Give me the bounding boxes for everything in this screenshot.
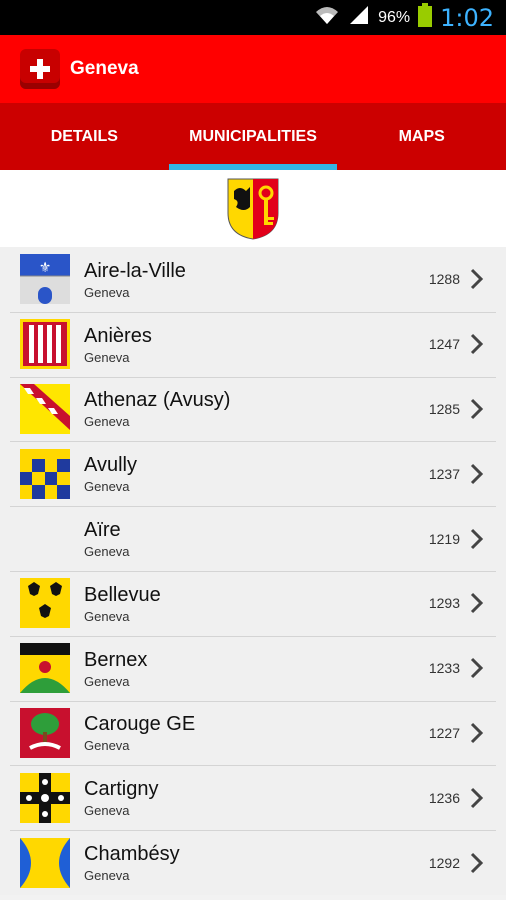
carouge-flag: [20, 707, 70, 758]
list-item[interactable]: Bernex Geneva 1233: [0, 635, 506, 701]
tab-maps[interactable]: MAPS: [337, 103, 506, 170]
tab-details[interactable]: DETAILS: [0, 103, 169, 170]
municipality-name: Bellevue: [84, 583, 161, 606]
chambesy-flag: [20, 837, 70, 888]
municipality-number: 1293: [428, 595, 460, 612]
cartigny-flag: [20, 772, 70, 823]
municipality-number: 1285: [428, 400, 460, 417]
municipality-number: 1247: [428, 336, 460, 353]
aire-la-ville-flag: ⚜: [20, 254, 70, 305]
municipality-canton: Geneva: [84, 349, 130, 365]
municipality-name: Anières: [84, 324, 152, 347]
municipality-number: 1288: [428, 271, 460, 288]
chevron-right-icon: [468, 590, 486, 616]
tab-municipalities[interactable]: MUNICIPALITIES: [168, 103, 338, 170]
municipality-name: Athenaz (Avusy): [84, 389, 231, 412]
bernex-flag: [20, 643, 70, 694]
municipality-name: Chambésy: [84, 843, 180, 866]
avully-flag: [20, 448, 70, 499]
chevron-right-icon: [468, 526, 486, 552]
list-item[interactable]: Cartigny Geneva 1236: [0, 765, 506, 830]
chevron-right-icon: [468, 785, 486, 811]
chevron-right-icon: [468, 720, 486, 746]
signal-icon: [348, 4, 370, 31]
list-item[interactable]: Aïre Geneva 1219: [0, 506, 506, 571]
chevron-right-icon: [468, 331, 486, 357]
list-item[interactable]: Avully Geneva 1237: [0, 441, 506, 506]
bellevue-flag: [20, 578, 70, 629]
municipality-number: 1233: [428, 660, 460, 677]
wifi-icon: [314, 4, 340, 31]
municipality-name: Cartigny: [84, 778, 159, 801]
municipality-number: 1227: [428, 724, 460, 741]
battery-icon: [418, 3, 433, 32]
canton-crest-band: [0, 170, 506, 247]
battery-percent: 96%: [378, 8, 411, 26]
municipality-number: 1236: [428, 789, 460, 806]
chevron-right-icon: [468, 461, 486, 487]
list-item[interactable]: ⚜ Aire-la-Ville Geneva 1288: [0, 247, 506, 312]
chevron-right-icon: [468, 396, 486, 422]
municipality-name: Carouge GE: [84, 713, 196, 736]
municipality-number: 1292: [428, 854, 460, 871]
municipality-name: Avully: [84, 454, 137, 477]
tab-bar: DETAILS MUNICIPALITIES MAPS: [0, 103, 506, 170]
municipality-canton: Geneva: [84, 868, 130, 884]
list-item[interactable]: Carouge GE Geneva 1227: [0, 700, 506, 766]
municipality-canton: Geneva: [84, 803, 130, 819]
chevron-right-icon: [468, 655, 486, 681]
anieres-flag: [20, 319, 70, 370]
geneva-coat-of-arms: [227, 178, 279, 240]
svg-text:⚜: ⚜: [39, 260, 52, 276]
municipality-canton: Geneva: [84, 738, 130, 754]
chevron-right-icon: [468, 850, 486, 876]
app-bar: Geneva: [0, 35, 506, 103]
municipality-name: Aïre: [84, 519, 121, 542]
municipality-canton: Geneva: [84, 673, 130, 689]
municipality-number: 1219: [428, 530, 460, 547]
clock: 1:02: [440, 3, 494, 32]
municipality-canton: Geneva: [84, 414, 130, 430]
municipality-canton: Geneva: [84, 608, 130, 624]
page-title: Geneva: [70, 58, 139, 79]
municipality-canton: Geneva: [84, 284, 130, 300]
municipality-number: 1237: [428, 465, 460, 482]
swiss-book-icon[interactable]: [20, 49, 60, 89]
list-item[interactable]: Chambésy Geneva 1292: [0, 830, 506, 895]
list-item[interactable]: Athenaz (Avusy) Geneva 1285: [0, 376, 506, 442]
athenaz-flag: [20, 383, 70, 434]
list-item[interactable]: Bellevue Geneva 1293: [0, 570, 506, 636]
municipality-canton: Geneva: [84, 544, 130, 560]
municipality-name: Bernex: [84, 648, 148, 671]
status-bar: 96% 1:02: [0, 0, 506, 35]
list-item[interactable]: Anières Geneva 1247: [0, 311, 506, 377]
municipality-canton: Geneva: [84, 479, 130, 495]
municipality-name: Aire-la-Ville: [84, 259, 186, 282]
empty-flag: [20, 514, 70, 564]
municipality-list: ⚜ Aire-la-Ville Geneva 1288 Anières Gene…: [0, 247, 506, 895]
chevron-right-icon: [468, 266, 486, 292]
